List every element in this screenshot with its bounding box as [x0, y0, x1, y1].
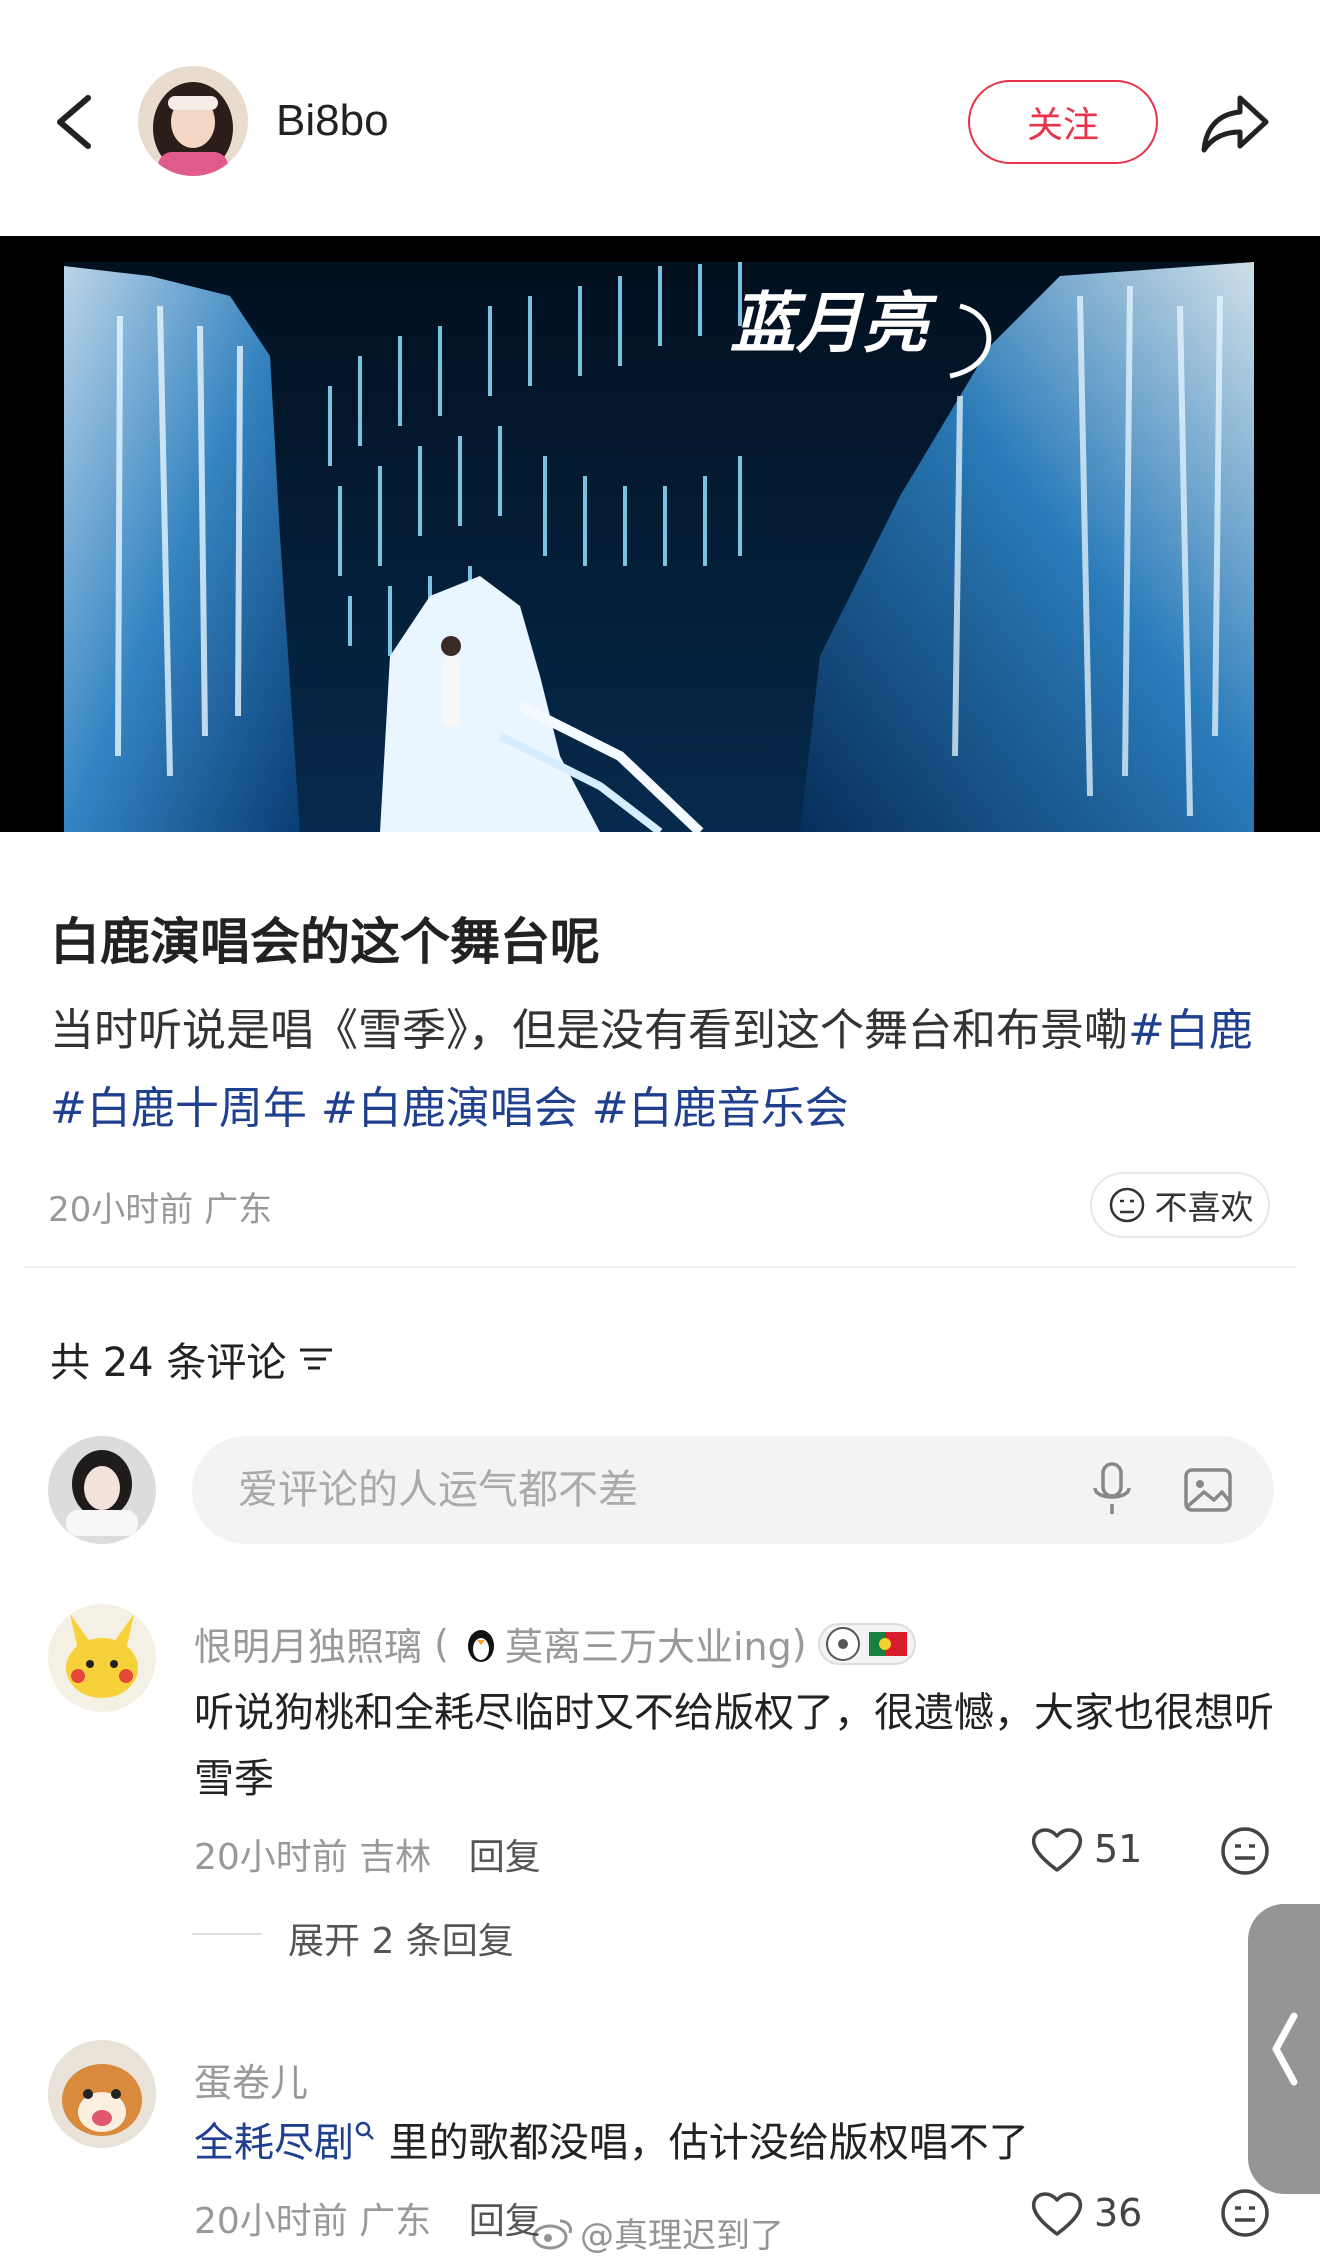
weibo-logo-icon	[532, 2219, 572, 2249]
post-body-text: 当时听说是唱《雪季》，但是没有看到这个舞台和布景嘞	[50, 1005, 1128, 1056]
like-count: 51	[1094, 1827, 1143, 1871]
comment-meta: 20小时前 吉林 回复	[194, 1837, 541, 1878]
reply-button[interactable]: 回复	[469, 1837, 541, 1878]
comment-count[interactable]: 共 24 条评论	[50, 1330, 336, 1388]
post-body: 当时听说是唱《雪季》，但是没有看到这个舞台和布景嘞#白鹿 #白鹿十周年 #白鹿演…	[50, 992, 1280, 1148]
watermark: @真理迟到了	[530, 2208, 784, 2257]
hashtag[interactable]: #白鹿十周年	[50, 1083, 307, 1134]
heart-icon	[1031, 1828, 1083, 1872]
share-button[interactable]	[1196, 84, 1274, 162]
like-button[interactable]: 36	[1030, 2188, 1142, 2238]
comment-text: 全耗尽剧 里的歌都没唱，估计没给版权唱不了	[194, 2120, 1029, 2166]
like-count: 36	[1094, 2191, 1143, 2235]
post-meta: 20小时前 广东	[48, 1190, 273, 1230]
hashtag[interactable]: #白鹿音乐会	[592, 1083, 849, 1134]
penguin-icon	[468, 1629, 494, 1662]
expand-replies-button[interactable]: 展开 2 条回复	[288, 1912, 514, 1964]
chevron-left-icon	[57, 95, 91, 149]
video-player[interactable]: 蓝月亮	[0, 236, 1320, 832]
reaction-button[interactable]	[1218, 2186, 1272, 2240]
top-bar: Bi8bo 关注	[0, 0, 1320, 236]
comment-meta: 20小时前 广东 回复	[194, 2201, 541, 2242]
commenter-name[interactable]: 蛋卷儿	[194, 2052, 308, 2107]
image-icon[interactable]	[1180, 1462, 1236, 1518]
follow-button[interactable]: 关注	[968, 80, 1158, 164]
mic-icon[interactable]	[1086, 1460, 1138, 1520]
author-name[interactable]: Bi8bo	[276, 96, 389, 146]
commenter-avatar[interactable]	[48, 2040, 156, 2148]
badge-icon	[817, 1622, 916, 1665]
unhappy-face-icon	[1109, 1187, 1144, 1223]
divider	[24, 1266, 1296, 1268]
emoji-icon	[1221, 1827, 1269, 1875]
like-button[interactable]: 51	[1030, 1824, 1142, 1874]
hashtag[interactable]: #白鹿	[1128, 1005, 1253, 1056]
emoji-icon	[1221, 2189, 1269, 2237]
heart-icon	[1031, 2192, 1083, 2236]
post-title: 白鹿演唱会的这个舞台呢	[50, 913, 600, 971]
comment-text: 听说狗桃和全耗尽临时又不给版权了，很遗憾，大家也很想听雪季	[194, 1690, 1274, 1802]
dislike-button[interactable]: 不喜欢	[1090, 1172, 1270, 1238]
dislike-label: 不喜欢	[1154, 1188, 1254, 1227]
hashtag[interactable]: #白鹿演唱会	[321, 1083, 578, 1134]
share-icon	[1201, 95, 1269, 153]
side-drawer-handle[interactable]	[1248, 1904, 1320, 2194]
commenter-avatar[interactable]	[48, 1604, 156, 1712]
filter-icon	[300, 1348, 333, 1370]
stage-video-frame: 蓝月亮	[0, 236, 1320, 832]
reaction-button[interactable]	[1218, 1824, 1272, 1878]
expand-divider	[192, 1933, 262, 1935]
chevron-left-icon	[1272, 2012, 1298, 2086]
media-logo: 蓝月亮	[730, 285, 938, 362]
my-avatar[interactable]	[48, 1436, 156, 1544]
search-icon	[355, 2121, 374, 2140]
commenter-name[interactable]: 恨明月独照璃 ( 莫离三万大业ing )	[194, 1616, 917, 1671]
comment-count-label: 共 24 条评论	[50, 1340, 287, 1386]
back-button[interactable]	[46, 80, 106, 164]
search-link[interactable]: 全耗尽剧	[194, 2120, 354, 2166]
author-avatar[interactable]	[138, 66, 248, 176]
